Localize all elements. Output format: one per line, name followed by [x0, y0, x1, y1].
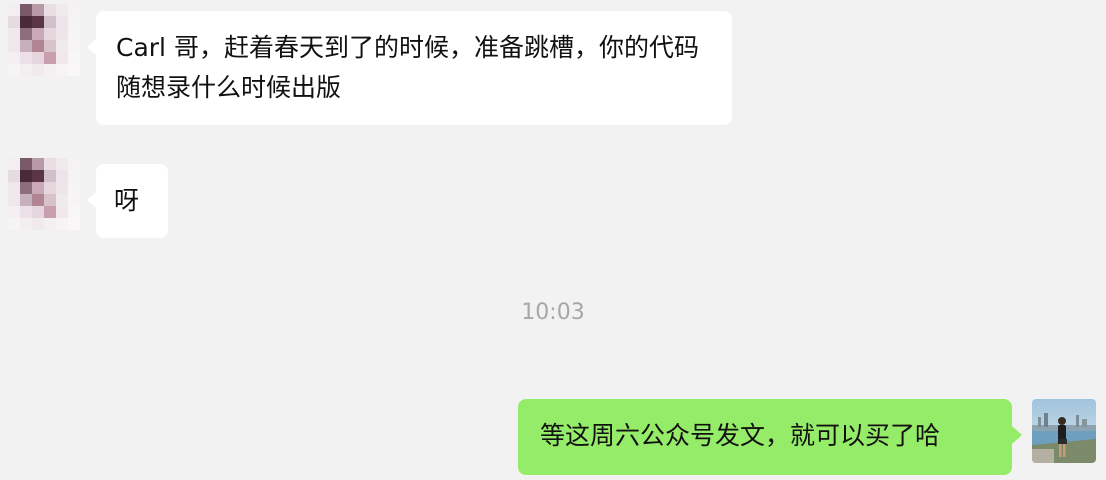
message-bubble-incoming[interactable]: 呀: [87, 164, 168, 238]
message-timestamp: 10:03: [521, 300, 585, 325]
user-avatar[interactable]: [1032, 399, 1096, 463]
user-photo-icon: [1032, 399, 1096, 463]
message-bubble-incoming[interactable]: Carl 哥，赶着春天到了的时候，准备跳槽，你的代码随想录什么时候出版: [87, 11, 732, 125]
message-text: 等这周六公众号发文，就可以买了哈: [540, 421, 941, 450]
contact-avatar[interactable]: [8, 158, 80, 230]
message-text: 呀: [114, 186, 140, 215]
message-text: Carl 哥，赶着春天到了的时候，准备跳槽，你的代码随想录什么时候出版: [116, 33, 699, 102]
message-bubble-outgoing[interactable]: 等这周六公众号发文，就可以买了哈: [518, 399, 1022, 475]
chat-window: Carl 哥，赶着春天到了的时候，准备跳槽，你的代码随想录什么时候出版 呀 10…: [0, 0, 1106, 480]
contact-avatar[interactable]: [8, 4, 80, 76]
